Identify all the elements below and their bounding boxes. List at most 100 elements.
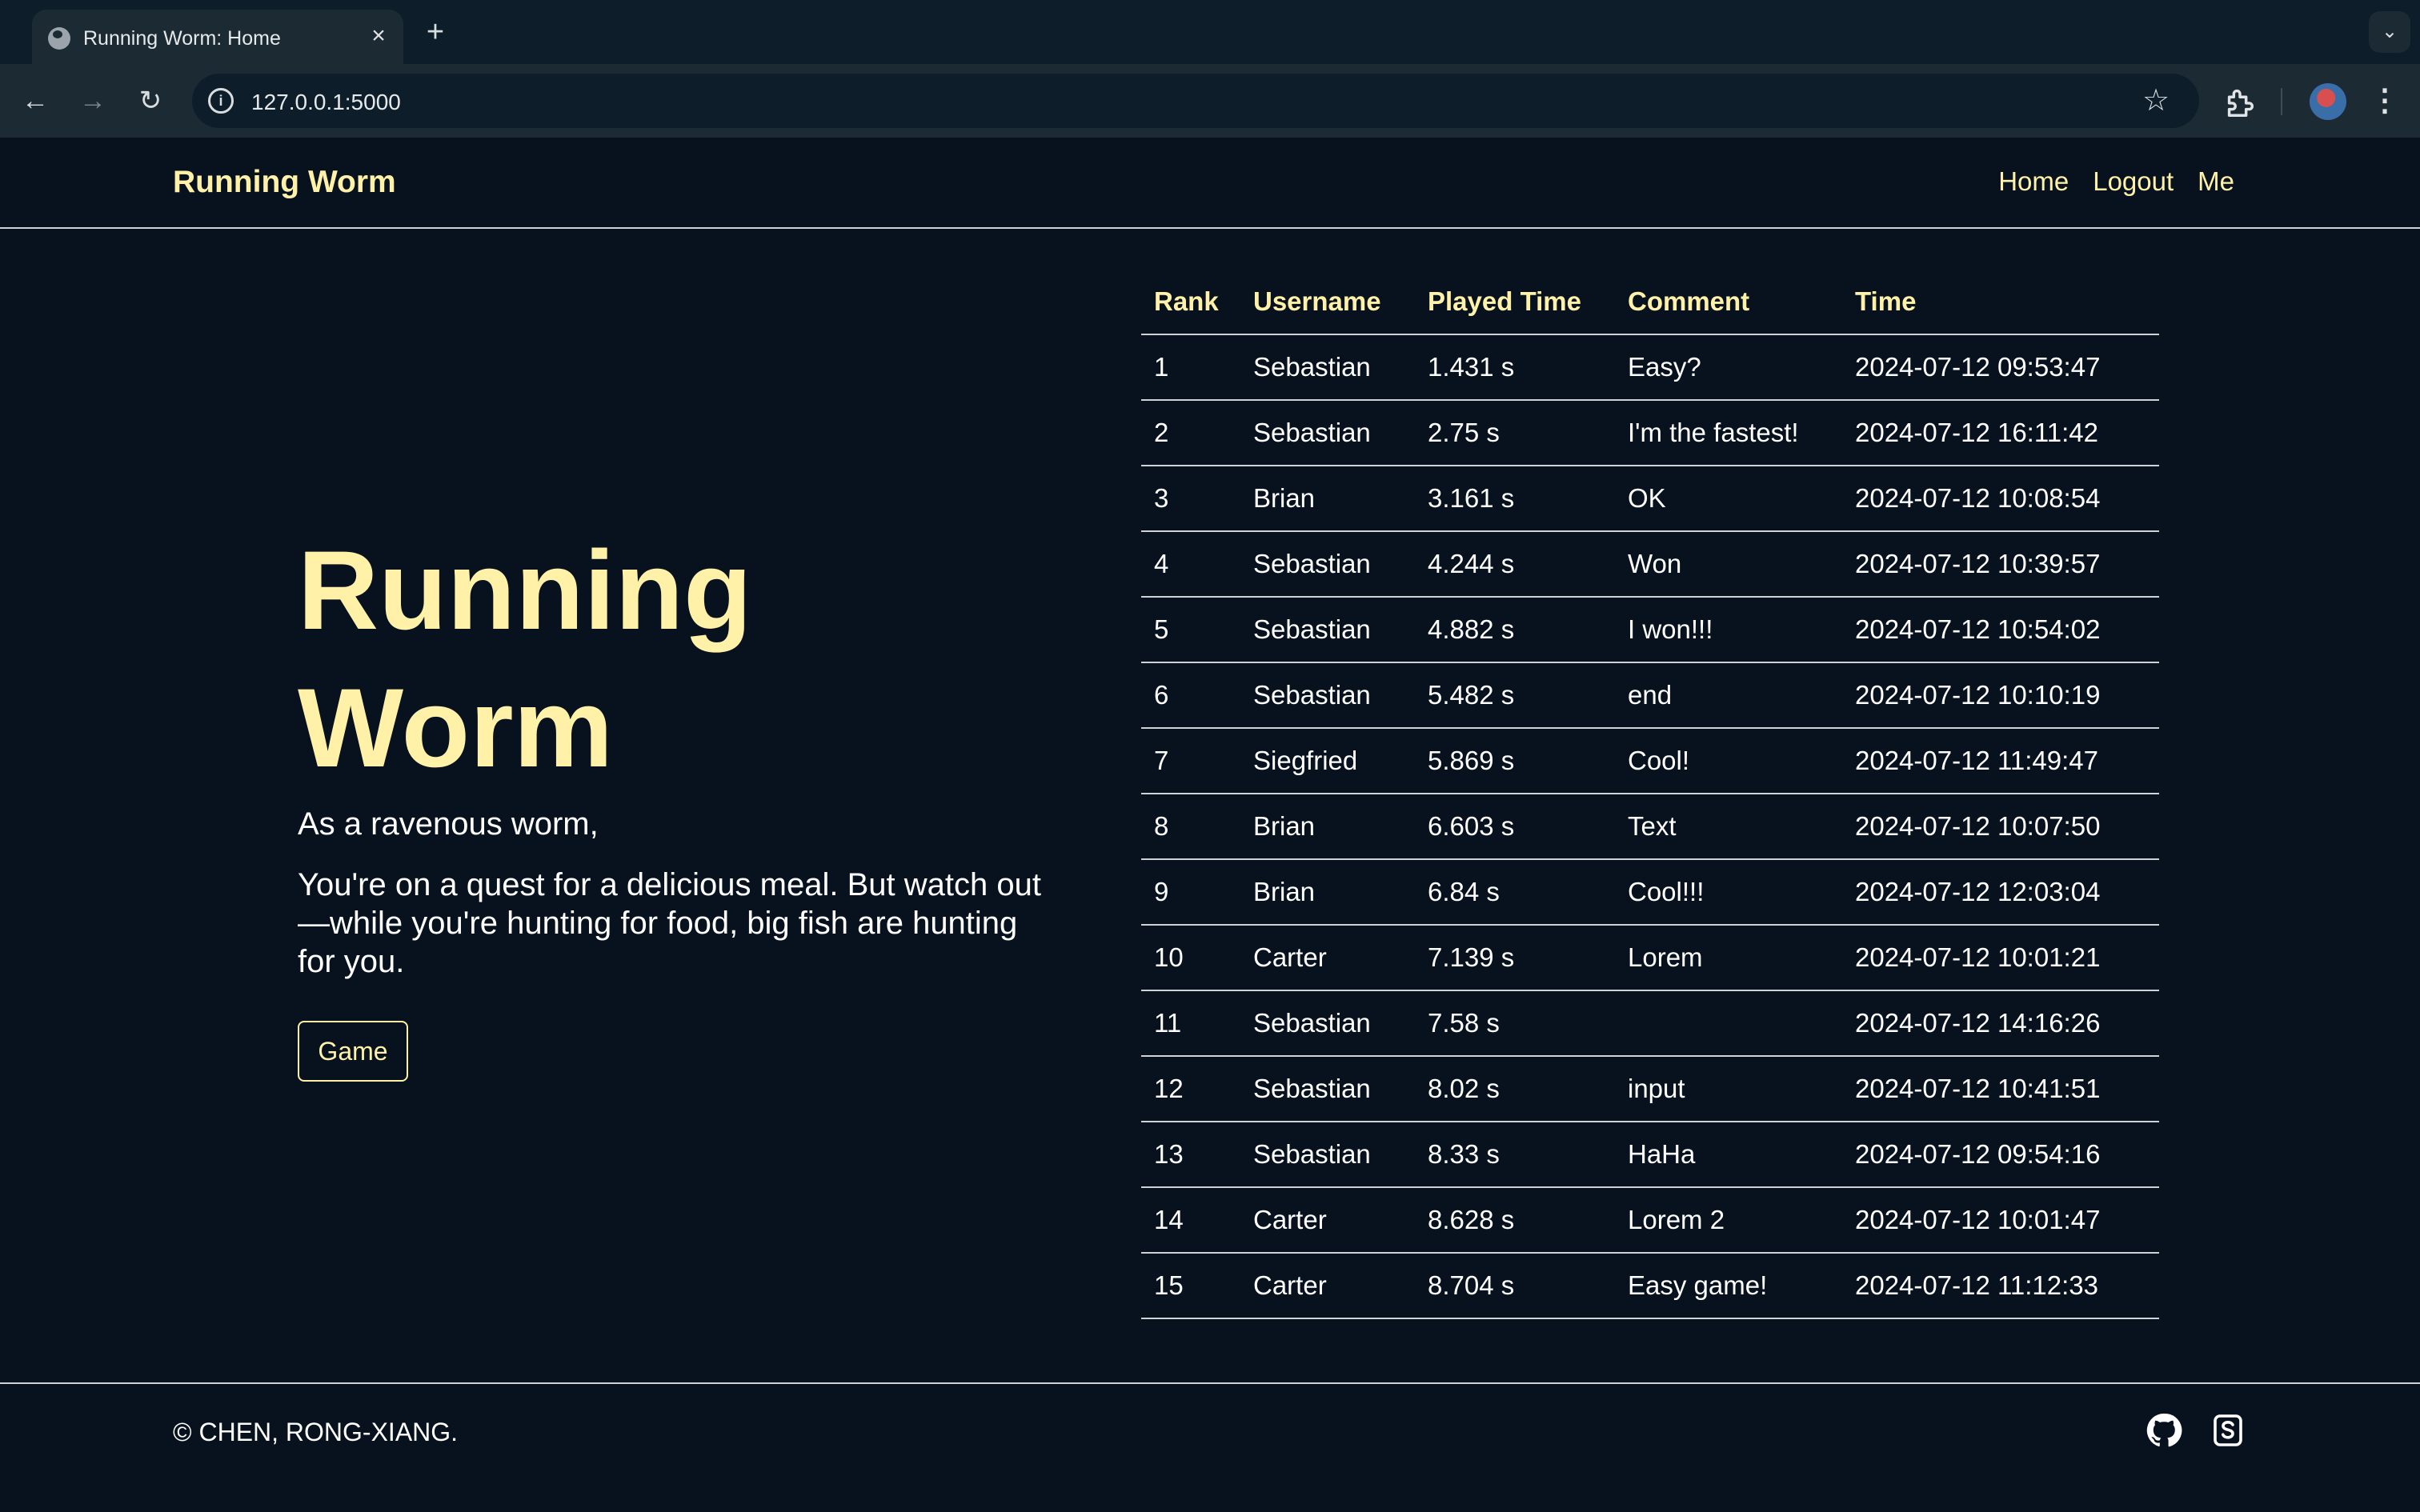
cell-comment: I won!!! xyxy=(1615,597,1842,663)
table-row: 15 Carter 8.704 s Easy game! 2024-07-12 11:1… xyxy=(1141,1253,2159,1319)
stack-icon[interactable] xyxy=(2209,1411,2247,1450)
cell-comment: end xyxy=(1615,662,1842,729)
cell-comment: Won xyxy=(1615,531,1842,598)
nav-links: Home Logout Me xyxy=(1998,166,2234,197)
cell-played-time: 8.33 s xyxy=(1415,1122,1615,1188)
menu-icon[interactable]: ⋮ xyxy=(2367,82,2402,120)
hero-section: Running Worm As a ravenous worm, You're … xyxy=(298,522,1050,1082)
cell-played-time: 6.603 s xyxy=(1415,794,1615,860)
cell-time: 2024-07-12 10:01:47 xyxy=(1842,1187,2159,1254)
cell-username: Siegfried xyxy=(1240,728,1415,794)
nav-me-link[interactable]: Me xyxy=(2198,166,2234,197)
table-row: 2 Sebastian 2.75 s I'm the fastest! 2024-07-… xyxy=(1141,400,2159,466)
cell-username: Sebastian xyxy=(1240,597,1415,663)
brand-logo-text[interactable]: Running Worm xyxy=(173,165,396,200)
cell-time: 2024-07-12 11:12:33 xyxy=(1842,1253,2159,1319)
cell-username: Carter xyxy=(1240,925,1415,991)
browser-toolbar: ← → ↻ i 127.0.0.1:5000 ☆ ⋮ xyxy=(0,64,2420,138)
table-row: 3 Brian 3.161 s OK 2024-07-12 10:08:54 xyxy=(1141,466,2159,532)
site-footer: © CHEN, RONG-XIANG. xyxy=(0,1382,2420,1512)
profile-avatar[interactable] xyxy=(2310,83,2346,120)
cell-rank: 14 xyxy=(1141,1187,1240,1254)
table-row: 13 Sebastian 8.33 s HaHa 2024-07-12 09:54:16 xyxy=(1141,1122,2159,1188)
cell-played-time: 1.431 s xyxy=(1415,334,1615,401)
table-row: 4 Sebastian 4.244 s Won 2024-07-12 10:39:57 xyxy=(1141,531,2159,598)
close-icon[interactable]: × xyxy=(365,22,392,50)
cell-comment: I'm the fastest! xyxy=(1615,400,1842,466)
cell-time: 2024-07-12 10:54:02 xyxy=(1842,597,2159,663)
bookmark-star-icon[interactable]: ☆ xyxy=(2138,83,2174,118)
cell-time: 2024-07-12 09:54:16 xyxy=(1842,1122,2159,1188)
reload-button[interactable]: ↻ xyxy=(131,82,170,120)
cell-rank: 11 xyxy=(1141,990,1240,1057)
address-bar[interactable]: i 127.0.0.1:5000 ☆ xyxy=(192,74,2199,128)
cell-comment: Text xyxy=(1615,794,1842,860)
cell-rank: 13 xyxy=(1141,1122,1240,1188)
cell-time: 2024-07-12 10:08:54 xyxy=(1842,466,2159,532)
cell-rank: 7 xyxy=(1141,728,1240,794)
leaderboard-table: Rank Username Played Time Comment Time 1… xyxy=(1141,269,2159,1319)
new-tab-button[interactable]: + xyxy=(419,16,451,48)
table-row: 14 Carter 8.628 s Lorem 2 2024-07-12 10:01:4… xyxy=(1141,1187,2159,1254)
cell-played-time: 7.58 s xyxy=(1415,990,1615,1057)
cell-time: 2024-07-12 10:39:57 xyxy=(1842,531,2159,598)
table-row: 12 Sebastian 8.02 s input 2024-07-12 10:41:5… xyxy=(1141,1056,2159,1122)
cell-played-time: 3.161 s xyxy=(1415,466,1615,532)
site-info-icon[interactable]: i xyxy=(208,88,234,114)
cell-comment: Lorem xyxy=(1615,925,1842,991)
hero-title: Running Worm xyxy=(298,527,752,790)
cell-time: 2024-07-12 14:16:26 xyxy=(1842,990,2159,1057)
cell-time: 2024-07-12 16:11:42 xyxy=(1842,400,2159,466)
cell-rank: 15 xyxy=(1141,1253,1240,1319)
cell-comment: Easy? xyxy=(1615,334,1842,401)
cell-username: Carter xyxy=(1240,1187,1415,1254)
forward-button[interactable]: → xyxy=(74,82,112,120)
tab-search-button[interactable]: ⌄ xyxy=(2369,11,2410,53)
toolbar-divider xyxy=(2281,88,2282,115)
tab-strip: Running Worm: Home × + ⌄ xyxy=(0,0,2420,64)
extensions-icon[interactable] xyxy=(2222,83,2258,120)
cell-comment: Cool!!! xyxy=(1615,859,1842,926)
cell-username: Sebastian xyxy=(1240,990,1415,1057)
cell-username: Sebastian xyxy=(1240,1056,1415,1122)
cell-time: 2024-07-12 11:49:47 xyxy=(1842,728,2159,794)
cell-comment: Lorem 2 xyxy=(1615,1187,1842,1254)
table-row: 11 Sebastian 7.58 s 2024-07-12 14:16:26 xyxy=(1141,990,2159,1057)
github-icon[interactable] xyxy=(2145,1411,2183,1450)
table-row: 9 Brian 6.84 s Cool!!! 2024-07-12 12:03:04 xyxy=(1141,859,2159,926)
nav-logout-link[interactable]: Logout xyxy=(2093,166,2174,197)
table-row: 1 Sebastian 1.431 s Easy? 2024-07-12 09:53:4… xyxy=(1141,334,2159,401)
cell-rank: 1 xyxy=(1141,334,1240,401)
cell-played-time: 7.139 s xyxy=(1415,925,1615,991)
cell-time: 2024-07-12 10:01:21 xyxy=(1842,925,2159,991)
url-text[interactable]: 127.0.0.1:5000 xyxy=(251,90,401,115)
cell-comment: OK xyxy=(1615,466,1842,532)
cell-username: Brian xyxy=(1240,794,1415,860)
globe-icon xyxy=(48,27,70,50)
cell-played-time: 5.869 s xyxy=(1415,728,1615,794)
cell-rank: 12 xyxy=(1141,1056,1240,1122)
tab-active[interactable]: Running Worm: Home × xyxy=(32,10,403,64)
cell-username: Sebastian xyxy=(1240,531,1415,598)
cell-played-time: 5.482 s xyxy=(1415,662,1615,729)
hero-tagline: As a ravenous worm, xyxy=(298,806,599,842)
cell-time: 2024-07-12 12:03:04 xyxy=(1842,859,2159,926)
table-header-row: Rank Username Played Time Comment Time xyxy=(1141,269,2159,335)
cell-comment xyxy=(1615,990,1842,1057)
cell-rank: 5 xyxy=(1141,597,1240,663)
table-body: 1 Sebastian 1.431 s Easy? 2024-07-12 09:53:4… xyxy=(1141,334,2159,1319)
back-button[interactable]: ← xyxy=(16,82,54,120)
cell-username: Brian xyxy=(1240,859,1415,926)
cell-username: Sebastian xyxy=(1240,400,1415,466)
cell-comment: Cool! xyxy=(1615,728,1842,794)
column-header-rank: Rank xyxy=(1141,269,1240,335)
tab-title: Running Worm: Home xyxy=(83,27,281,50)
nav-home-link[interactable]: Home xyxy=(1998,166,2069,197)
hero-description: You're on a quest for a delicious meal. … xyxy=(298,867,1041,979)
cell-played-time: 8.628 s xyxy=(1415,1187,1615,1254)
cell-time: 2024-07-12 09:53:47 xyxy=(1842,334,2159,401)
cell-comment: input xyxy=(1615,1056,1842,1122)
game-button[interactable]: Game xyxy=(298,1021,408,1082)
table-row: 7 Siegfried 5.869 s Cool! 2024-07-12 11:49:4… xyxy=(1141,728,2159,794)
cell-username: Sebastian xyxy=(1240,1122,1415,1188)
